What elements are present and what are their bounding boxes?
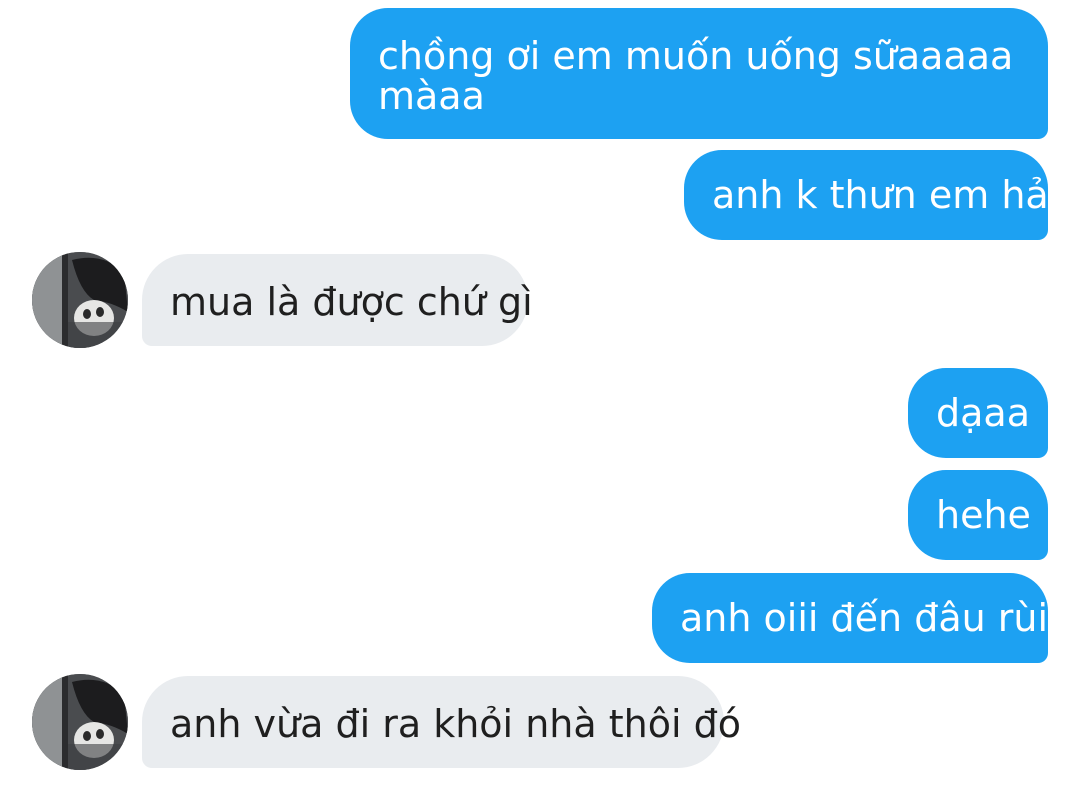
message-text: anh k thưn em hả [712,173,1049,217]
message-text: dạaa [936,391,1030,435]
message-bubble-received[interactable]: anh vừa đi ra khỏi nhà thôi đó [142,676,741,768]
contact-avatar[interactable] [32,674,128,770]
message-text: chồng ơi em muốn uống sữaaaaa màaa [378,34,1014,118]
message-bubble-sent[interactable]: anh oiii đến đâu rùi [652,573,1048,663]
message-text: anh oiii đến đâu rùi [680,596,1049,640]
message-bubble-sent[interactable]: chồng ơi em muốn uống sữaaaaa màaa [350,8,1048,139]
avatar-photo-icon [32,674,128,770]
message-bubble-sent[interactable]: dạaa [908,368,1048,458]
message-text: anh vừa đi ra khỏi nhà thôi đó [170,702,741,746]
message-text: mua là được chứ gì [170,280,533,324]
avatar-photo-icon [32,252,128,348]
message-bubble-received[interactable]: mua là được chứ gì [142,254,533,346]
message-text: hehe [936,493,1031,537]
contact-avatar[interactable] [32,252,128,348]
message-bubble-sent[interactable]: anh k thưn em hả [684,150,1049,240]
message-bubble-sent[interactable]: hehe [908,470,1048,560]
